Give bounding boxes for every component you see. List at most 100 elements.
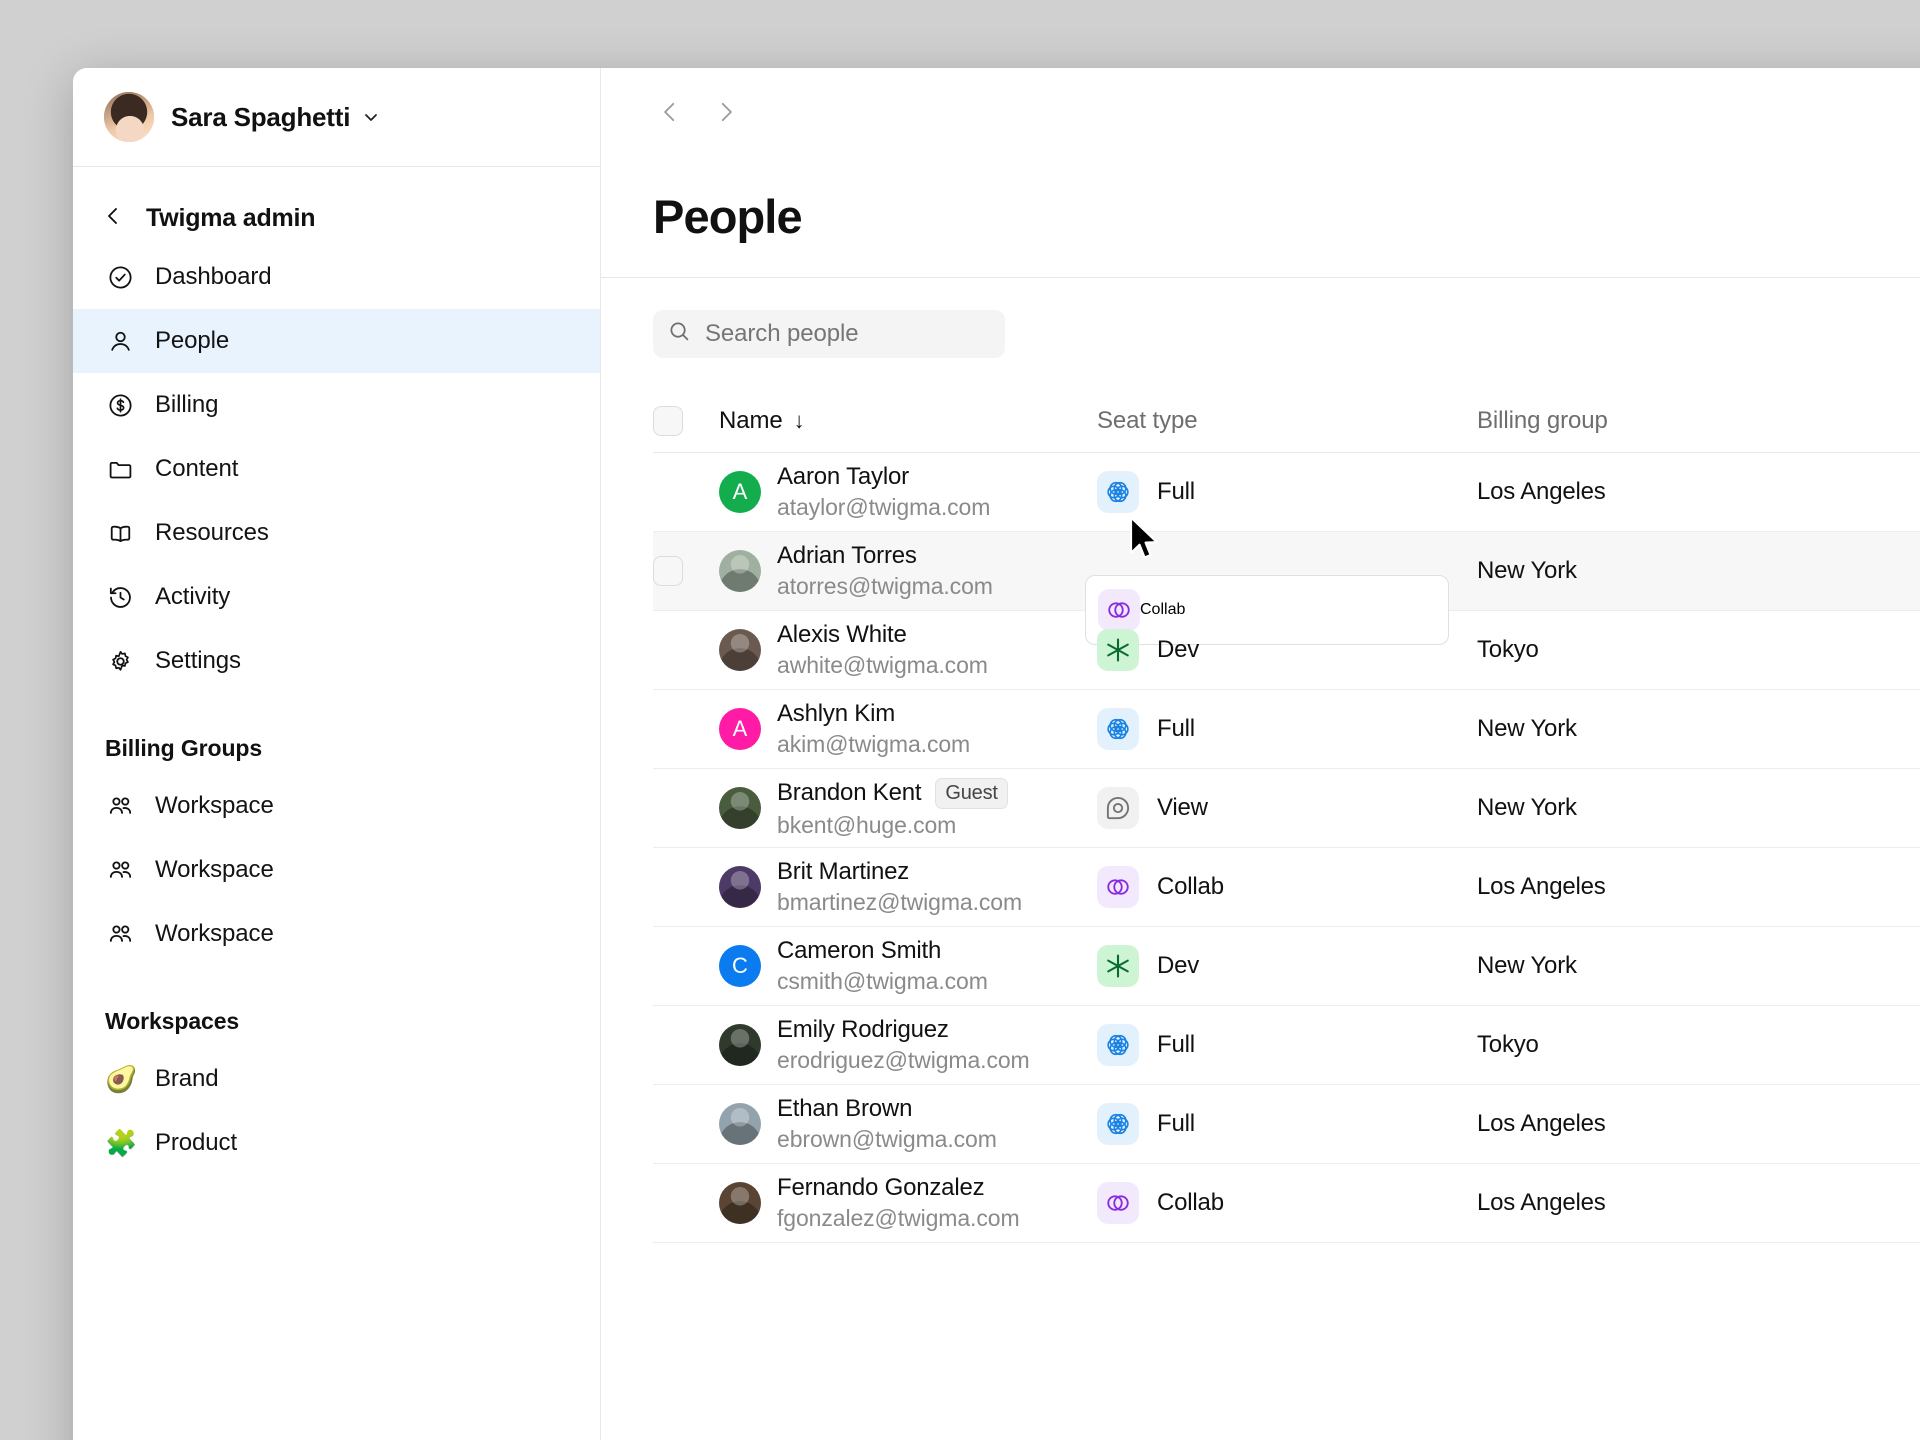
avatar <box>719 550 761 592</box>
sidebar-item-settings[interactable]: Settings <box>73 629 600 693</box>
person-cell[interactable]: Fernando Gonzalez fgonzalez@twigma.com <box>719 1174 1097 1231</box>
sidebar-item-billing[interactable]: Billing <box>73 373 600 437</box>
person-cell[interactable]: C Cameron Smith csmith@twigma.com <box>719 937 1097 994</box>
sidebar-workspace-product[interactable]: 🧩 Product <box>73 1111 600 1175</box>
sidebar-item-label: Dashboard <box>155 263 272 290</box>
nav-back-button[interactable] <box>647 89 693 135</box>
billing-group-cell[interactable]: Los Angeles <box>1477 478 1797 506</box>
table-row[interactable]: C Cameron Smith csmith@twigma.com Dev New Yo… <box>653 927 1920 1006</box>
person-name-text: Aaron Taylor <box>777 463 909 491</box>
sidebar-billing-group-1[interactable]: Workspace <box>73 774 600 838</box>
person-email: ebrown@twigma.com <box>777 1126 997 1153</box>
person-name: Ashlyn Kim <box>777 700 970 728</box>
back-to-admin[interactable]: Twigma admin <box>73 191 600 245</box>
column-header-billing-group[interactable]: Billing group <box>1477 407 1797 435</box>
billing-group-cell[interactable]: New York <box>1477 715 1797 743</box>
seat-type-cell[interactable]: Full <box>1097 1024 1477 1066</box>
seat-type-cell[interactable]: Collab <box>1097 866 1477 908</box>
view-seat-icon <box>1097 787 1139 829</box>
nav-forward-button[interactable] <box>703 89 749 135</box>
person-name-text: Cameron Smith <box>777 937 942 965</box>
dollar-circle-icon <box>105 390 135 420</box>
people-table: Name ↓ Seat type Billing group A Aaron Ta… <box>601 390 1920 1243</box>
sidebar-billing-group-3[interactable]: Workspace <box>73 902 600 966</box>
sidebar-billing-group-2[interactable]: Workspace <box>73 838 600 902</box>
seat-type-cell[interactable]: Full <box>1097 708 1477 750</box>
table-row[interactable]: A Ashlyn Kim akim@twigma.com Full New York <box>653 690 1920 769</box>
seat-type-cell[interactable]: Dev <box>1097 945 1477 987</box>
seat-type-cell[interactable]: Collab <box>1097 1182 1477 1224</box>
person-email: erodriguez@twigma.com <box>777 1047 1030 1074</box>
seat-type-display: Dev <box>1097 945 1477 987</box>
table-row[interactable]: Emily Rodriguez erodriguez@twigma.com Full… <box>653 1006 1920 1085</box>
seat-type-cell[interactable]: Dev <box>1097 629 1477 671</box>
people-icon <box>105 919 135 949</box>
seat-type-display: Collab <box>1097 1182 1477 1224</box>
table-row[interactable]: Brit Martinez bmartinez@twigma.com Collab L… <box>653 848 1920 927</box>
table-row[interactable]: Alexis White awhite@twigma.com Dev Tokyo <box>653 611 1920 690</box>
person-name: Brandon Kent Guest <box>777 777 1008 809</box>
person-cell[interactable]: Brit Martinez bmartinez@twigma.com <box>719 858 1097 915</box>
seat-type-display: Full <box>1097 1103 1477 1145</box>
table-row[interactable]: Ethan Brown ebrown@twigma.com Full Los Ange… <box>653 1085 1920 1164</box>
person-name-text: Fernando Gonzalez <box>777 1174 985 1202</box>
person-cell[interactable]: Emily Rodriguez erodriguez@twigma.com <box>719 1016 1097 1073</box>
table-row[interactable]: Fernando Gonzalez fgonzalez@twigma.com Col… <box>653 1164 1920 1243</box>
account-switcher[interactable]: Sara Spaghetti <box>73 68 600 167</box>
search-input[interactable]: Search people <box>653 310 1005 358</box>
person-name: Brit Martinez <box>777 858 1022 886</box>
workspaces-heading: Workspaces <box>105 1008 240 1034</box>
seat-type-label: Collab <box>1157 873 1224 900</box>
person-name: Adrian Torres <box>777 542 993 570</box>
billing-group-cell[interactable]: Tokyo <box>1477 1031 1797 1059</box>
seat-type-label: Full <box>1157 478 1195 505</box>
seat-type-cell[interactable]: Full <box>1097 1103 1477 1145</box>
avatar <box>719 866 761 908</box>
gear-icon <box>105 646 135 676</box>
person-cell[interactable]: Brandon Kent Guest bkent@huge.com <box>719 777 1097 838</box>
avatar <box>719 1024 761 1066</box>
person-name: Cameron Smith <box>777 937 988 965</box>
person-cell[interactable]: Alexis White awhite@twigma.com <box>719 621 1097 678</box>
seat-type-display: Full <box>1097 1024 1477 1066</box>
billing-group-cell[interactable]: Los Angeles <box>1477 1189 1797 1217</box>
seat-type-cell[interactable]: View <box>1097 787 1477 829</box>
sidebar-item-people[interactable]: People <box>73 309 600 373</box>
seat-type-label: Full <box>1157 1031 1195 1058</box>
table-row[interactable]: Adrian Torres atorres@twigma.com Collab New… <box>653 532 1920 645</box>
sidebar-item-resources[interactable]: Resources <box>73 501 600 565</box>
sidebar-item-label: Resources <box>155 519 269 546</box>
avocado-icon: 🥑 <box>105 1064 138 1094</box>
billing-group-cell[interactable]: New York <box>1477 557 1797 585</box>
seat-type-label: Dev <box>1157 952 1200 979</box>
billing-group-cell[interactable]: Los Angeles <box>1477 873 1797 901</box>
table-row[interactable]: Brandon Kent Guest bkent@huge.com View New Y… <box>653 769 1920 848</box>
sort-descending-icon: ↓ <box>793 408 805 433</box>
seat-type-label: View <box>1157 794 1208 821</box>
column-header-seat-type[interactable]: Seat type <box>1097 407 1477 435</box>
main-content: People 30 Search people New ch <box>601 68 1920 1440</box>
seat-type-cell[interactable]: Full <box>1097 471 1477 513</box>
person-cell[interactable]: Adrian Torres atorres@twigma.com <box>719 542 1097 599</box>
sidebar-workspace-brand[interactable]: 🥑 Brand <box>73 1047 600 1111</box>
billing-group-cell[interactable]: New York <box>1477 952 1797 980</box>
sidebar-item-content[interactable]: Content <box>73 437 600 501</box>
chevron-down-icon <box>361 107 381 127</box>
table-row[interactable]: A Aaron Taylor ataylor@twigma.com Full Los A… <box>653 453 1920 532</box>
column-header-name[interactable]: Name ↓ <box>719 407 1097 435</box>
person-cell[interactable]: A Aaron Taylor ataylor@twigma.com <box>719 463 1097 520</box>
person-email: csmith@twigma.com <box>777 968 988 995</box>
billing-group-cell[interactable]: New York <box>1477 794 1797 822</box>
billing-group-cell[interactable]: Los Angeles <box>1477 1110 1797 1138</box>
row-checkbox[interactable] <box>653 556 683 586</box>
sidebar-item-dashboard[interactable]: Dashboard <box>73 245 600 309</box>
sidebar-item-label: Workspace <box>155 792 274 819</box>
person-cell[interactable]: A Ashlyn Kim akim@twigma.com <box>719 700 1097 757</box>
sidebar-item-label: Settings <box>155 647 241 674</box>
select-all-checkbox[interactable] <box>653 406 683 436</box>
collab-seat-icon <box>1097 866 1139 908</box>
sidebar-item-activity[interactable]: Activity <box>73 565 600 629</box>
billing-group-cell[interactable]: Tokyo <box>1477 636 1797 664</box>
person-cell[interactable]: Ethan Brown ebrown@twigma.com <box>719 1095 1097 1152</box>
person-email: bmartinez@twigma.com <box>777 889 1023 916</box>
